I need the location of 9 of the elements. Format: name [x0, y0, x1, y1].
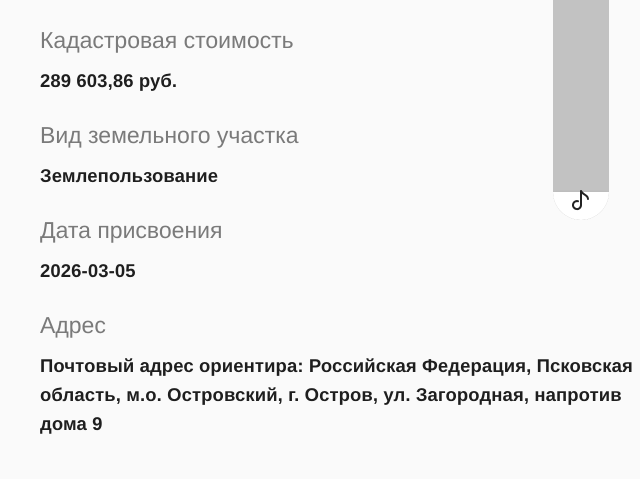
field-label: Адрес: [40, 311, 107, 339]
field-value: Почтовый адрес ориентира: Российская Федерация, Псковская область, м.о. Островский, г. Остров, ул. Загородная, напротив дома 9: [40, 354, 634, 436]
field-label: Вид земельного участка: [40, 121, 300, 149]
scroll-handle[interactable]: [553, 0, 609, 220]
field-label: Дата присвоения: [40, 216, 224, 244]
field-label: Кадастровая стоимость: [40, 26, 295, 54]
field-value: Землепользование: [40, 164, 220, 188]
field-value: 2026-03-05: [40, 259, 137, 283]
field-value: 289 603,86 руб.: [40, 69, 178, 93]
